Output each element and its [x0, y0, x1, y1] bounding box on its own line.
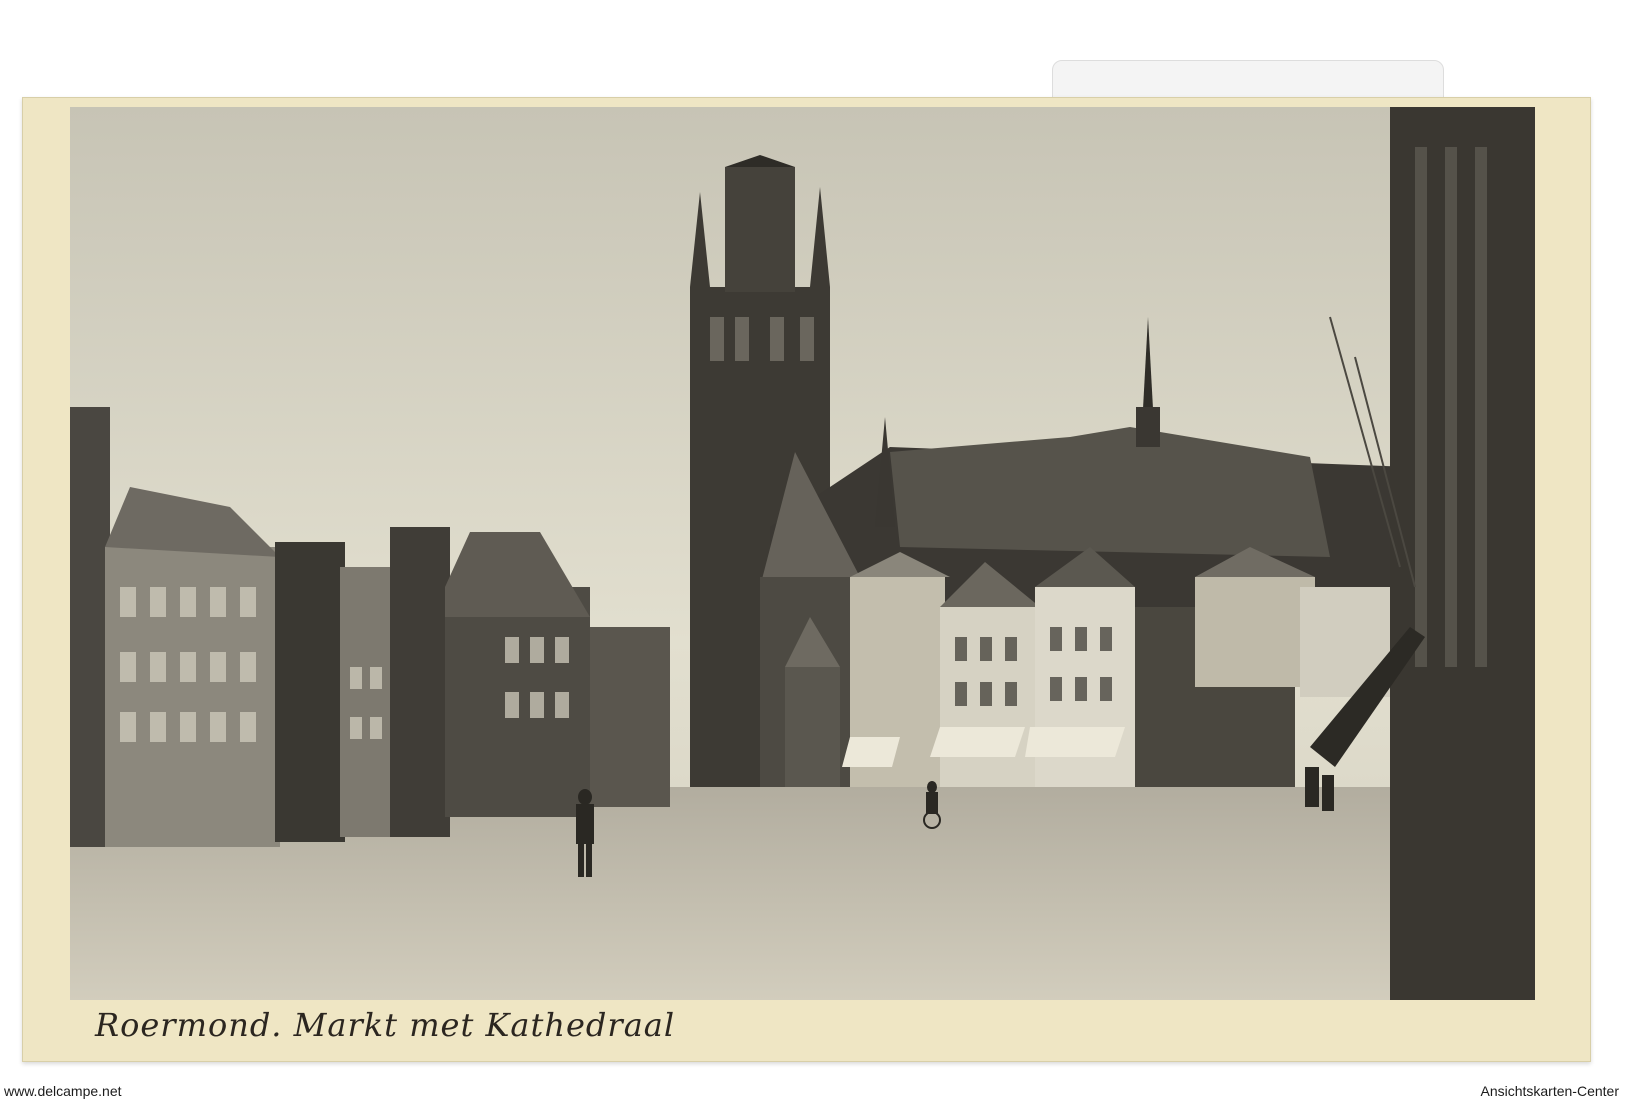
postcard-photo: [70, 107, 1535, 1000]
watermark-left: www.delcampe.net: [4, 1083, 122, 1099]
postcard-caption: Roermond. Markt met Kathedraal: [95, 1006, 676, 1044]
market-square-scene: [70, 107, 1535, 1000]
watermark-right: Ansichtskarten-Center: [1480, 1083, 1619, 1099]
